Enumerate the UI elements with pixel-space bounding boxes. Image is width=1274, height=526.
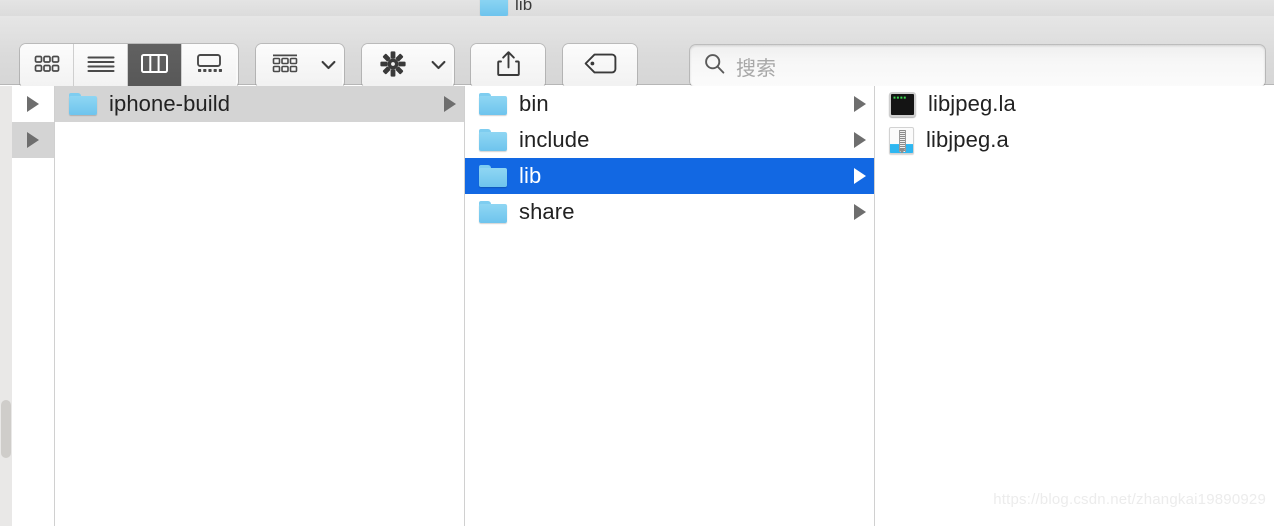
list-view-icon — [86, 55, 115, 78]
list-item-label: include — [519, 127, 590, 152]
group-items-icon — [272, 53, 298, 79]
tag-button[interactable] — [563, 44, 637, 88]
column-one[interactable]: iphone-build — [55, 86, 465, 526]
gear-icon — [378, 49, 408, 84]
chevron-right-icon — [27, 132, 39, 148]
chevron-right-icon — [854, 132, 866, 148]
action-menu-button[interactable] — [362, 44, 454, 88]
share-button[interactable] — [471, 44, 545, 88]
group-items-chevron[interactable] — [314, 44, 342, 88]
search-icon — [704, 53, 725, 79]
list-view-button[interactable] — [74, 44, 128, 88]
finder-window: lib 搜索 iphone-build bin include lib shar… — [0, 0, 1274, 526]
column-stub[interactable] — [12, 86, 55, 526]
chevron-right-icon — [854, 204, 866, 220]
search-input[interactable]: 搜索 — [736, 52, 776, 81]
column-view-button[interactable] — [128, 44, 182, 88]
horizontal-scrollbar-track[interactable] — [0, 86, 12, 526]
folder-icon — [479, 129, 507, 151]
icon-view-button[interactable] — [20, 44, 74, 88]
folder-icon — [479, 201, 507, 223]
chevron-right-icon — [444, 96, 456, 112]
list-item[interactable]: share — [465, 194, 874, 230]
action-menu-chevron[interactable] — [424, 44, 452, 88]
folder-icon — [479, 165, 507, 187]
column-browser: iphone-build bin include lib share ▪▪▪▪ … — [0, 86, 1274, 526]
list-item-label: libjpeg.la — [928, 91, 1016, 116]
tag-icon — [584, 53, 617, 79]
list-item[interactable]: libjpeg.a — [875, 122, 1274, 158]
window-title: lib — [515, 0, 533, 14]
gallery-view-icon — [195, 54, 223, 78]
list-item[interactable]: include — [465, 122, 874, 158]
list-item-label: lib — [519, 163, 542, 188]
window-title-proxy[interactable]: lib — [480, 0, 532, 16]
list-item-label: iphone-build — [109, 91, 231, 116]
chevron-right-icon — [854, 96, 866, 112]
list-item[interactable]: ▪▪▪▪ libjpeg.la — [875, 86, 1274, 122]
folder-icon — [480, 0, 508, 16]
list-item[interactable]: iphone-build — [55, 86, 464, 122]
list-item[interactable]: bin — [465, 86, 874, 122]
window-titlebar: lib — [0, 0, 1274, 16]
scrollbar-thumb[interactable] — [1, 400, 11, 458]
toolbar: 搜索 — [0, 16, 1274, 88]
chevron-right-icon — [27, 96, 39, 112]
icon-view-icon — [34, 55, 60, 78]
list-item[interactable] — [12, 122, 54, 158]
column-three[interactable]: ▪▪▪▪ libjpeg.la libjpeg.a — [875, 86, 1274, 526]
folder-icon — [69, 93, 97, 115]
list-item-label: libjpeg.a — [926, 127, 1009, 152]
column-two[interactable]: bin include lib share — [465, 86, 875, 526]
unix-executable-icon-text: ▪▪▪▪ — [893, 94, 907, 101]
column-view-icon — [141, 54, 168, 78]
watermark: https://blog.csdn.net/zhangkai19890929 — [993, 491, 1266, 508]
list-item-selected[interactable]: lib — [465, 158, 874, 194]
group-items-button[interactable] — [256, 44, 344, 88]
search-field[interactable]: 搜索 — [690, 45, 1265, 87]
view-mode-segmented-control[interactable] — [20, 44, 238, 88]
chevron-right-icon — [854, 168, 866, 184]
archive-icon — [889, 126, 914, 154]
list-item-label: share — [519, 199, 575, 224]
unix-executable-icon: ▪▪▪▪ — [889, 91, 916, 117]
folder-icon — [479, 93, 507, 115]
list-item-label: bin — [519, 91, 549, 116]
chevron-down-icon — [321, 57, 336, 75]
gallery-view-button[interactable] — [182, 44, 236, 88]
share-icon — [496, 50, 520, 82]
list-item[interactable] — [12, 86, 54, 122]
chevron-down-icon — [431, 57, 446, 75]
